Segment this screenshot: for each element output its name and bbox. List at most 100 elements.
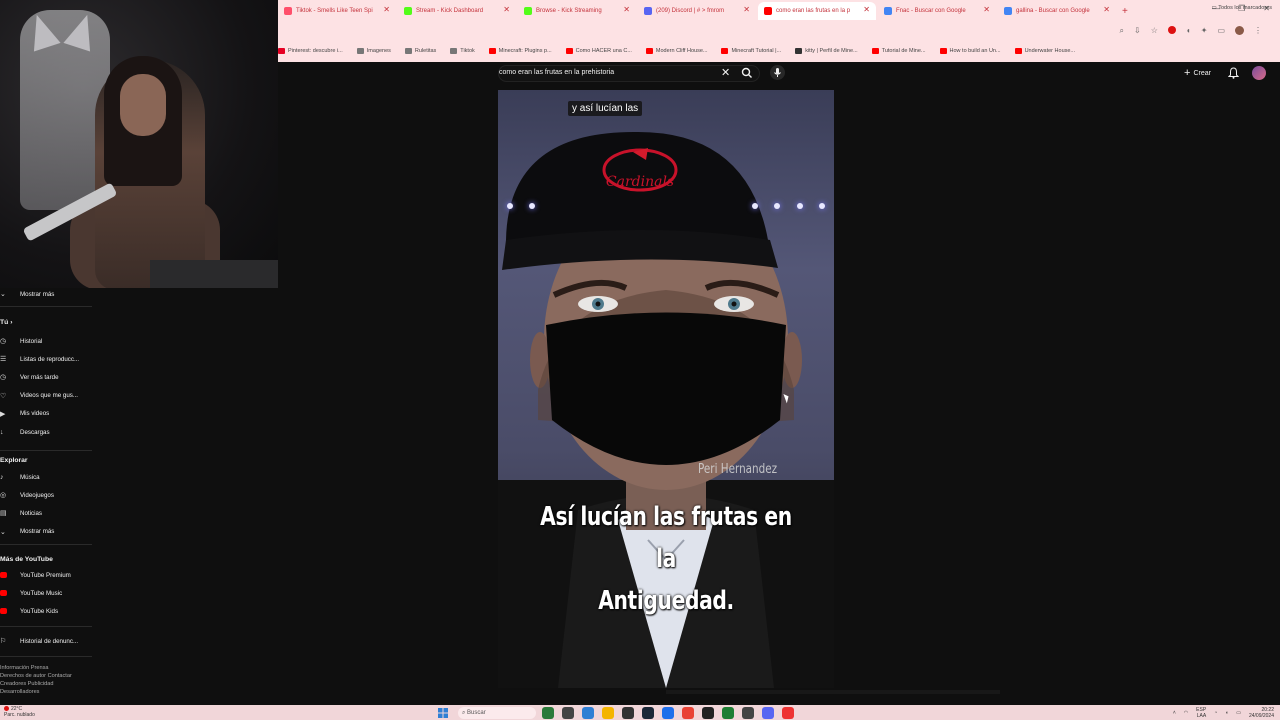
sidebar-item[interactable]: ♡ Videos que me gus... [0, 391, 78, 401]
report-history-item[interactable]: ⚐ Historial de denunc... [0, 636, 78, 646]
bookmark-item[interactable]: Underwater House... [1014, 48, 1075, 54]
taskbar-app-icon[interactable] [702, 707, 714, 719]
bookmark-label: Tutorial de Mine... [881, 48, 926, 54]
search-input[interactable]: como eran las frutas en la prehistoria [499, 69, 614, 76]
browser-tab[interactable]: Tiktok - Smells Like Teen Spi ✕ [278, 2, 396, 20]
sidebar-item[interactable]: ▤ Noticias [0, 508, 42, 518]
divider [0, 544, 92, 545]
zoom-icon[interactable]: ⌕ [1120, 26, 1124, 36]
scrollbar-thumb[interactable] [666, 690, 1000, 694]
close-tab-icon[interactable]: ✕ [503, 5, 510, 14]
bookmark-label: Ruletitas [414, 48, 437, 54]
clock[interactable]: 20:22 24/09/2024 [1249, 707, 1274, 719]
caption-line-1: Así lucían las frutas en la [540, 502, 792, 574]
taskbar-app-icon[interactable] [542, 707, 554, 719]
taskbar-search[interactable]: ⌕ Buscar [458, 707, 536, 719]
search-bar[interactable]: como eran las frutas en la prehistoria ✕ [498, 65, 760, 82]
bookmark-item[interactable]: Ruletitas [404, 48, 437, 54]
footer-link-line[interactable]: Derechos de autor Contactar [0, 672, 72, 680]
taskbar-app-icon[interactable] [782, 707, 794, 719]
taskbar-app-icon[interactable] [582, 707, 594, 719]
bookmark-item[interactable]: Pinterest: descubre i... [278, 48, 343, 54]
led-light [529, 203, 535, 209]
close-tab-icon[interactable]: ✕ [743, 5, 750, 14]
close-tab-icon[interactable]: ✕ [1103, 5, 1110, 14]
bookmark-item[interactable]: Minecraft: Plugins p... [488, 48, 552, 54]
bookmark-item[interactable]: Imagenes [356, 48, 391, 54]
search-icon[interactable] [740, 66, 754, 80]
clear-search-icon[interactable]: ✕ [721, 66, 730, 79]
audio-icon[interactable]: ◖ [1186, 26, 1191, 36]
weather-widget[interactable]: 22°C Parc. nublado [4, 706, 35, 718]
new-tab-button[interactable]: + [1122, 6, 1128, 17]
all-bookmarks[interactable]: ▭ Todos los marcadores [1212, 5, 1272, 11]
sidebar-item[interactable]: YouTube Premium [0, 570, 71, 580]
taskbar-app-icon[interactable] [682, 707, 694, 719]
you-section-heading[interactable]: Tú › [0, 319, 12, 326]
sidebar-item[interactable]: ◷ Historial [0, 336, 42, 346]
install-icon[interactable]: ⇩ [1134, 26, 1141, 36]
horizontal-scrollbar[interactable] [498, 688, 1002, 700]
volume-icon[interactable]: ◖ [1225, 710, 1228, 716]
taskbar-app-icon[interactable] [742, 707, 754, 719]
bookmark-item[interactable]: Como HACER una C... [565, 48, 632, 54]
sidebar-item[interactable]: ↓ Descargas [0, 427, 50, 437]
taskbar-app-icon[interactable] [602, 707, 614, 719]
language-indicator[interactable]: ESP LAA [1196, 707, 1206, 719]
close-tab-icon[interactable]: ✕ [983, 5, 990, 14]
taskbar-app-icon[interactable] [622, 707, 634, 719]
webcam-overlay [0, 0, 278, 288]
sidebar-item[interactable]: YouTube Music [0, 588, 62, 598]
sidebar-item[interactable]: ⌄ Mostrar más [0, 527, 54, 537]
taskbar-app-icon[interactable] [642, 707, 654, 719]
sidebar-item[interactable]: ▶ Mis videos [0, 409, 49, 419]
opera-icon[interactable] [1167, 26, 1176, 34]
bookmark-item[interactable]: Minecraft Tutorial |... [721, 48, 781, 54]
footer-link-line[interactable]: Información Prensa [0, 664, 72, 672]
sidebar-item-label: YouTube Kids [20, 607, 59, 615]
menu-icon[interactable]: ⋮ [1254, 26, 1262, 36]
sidebar-item[interactable]: ◎ Videojuegos [0, 490, 54, 500]
bookmark-item[interactable]: Tiktok [450, 48, 475, 54]
create-button[interactable]: + Crear [1184, 67, 1211, 79]
profile-avatar[interactable] [1235, 26, 1244, 35]
taskbar-app-icon[interactable] [722, 707, 734, 719]
voice-search-button[interactable] [770, 65, 785, 80]
bookmark-item[interactable]: kitty | Perfil de Mine... [795, 48, 858, 54]
sidepanel-icon[interactable]: ▭ [1217, 26, 1225, 36]
show-more-subscriptions[interactable]: ⌄ Mostrar más [0, 289, 54, 299]
bookmark-label: Como HACER una C... [575, 48, 632, 54]
browser-tab[interactable]: Stream - Kick Dashboard ✕ [398, 2, 516, 20]
browser-tab[interactable]: (209) Discord | # > fmrom ✕ [638, 2, 756, 20]
sidebar-item[interactable]: ♪ Música [0, 472, 40, 482]
battery-icon[interactable]: ▭ [1236, 710, 1241, 716]
network-icon[interactable]: ◠ [1184, 710, 1188, 716]
taskbar-app-icon[interactable] [762, 707, 774, 719]
tray-chevron-icon[interactable]: ˄ [1173, 710, 1176, 716]
taskbar-app-icon[interactable] [562, 707, 574, 719]
close-tab-icon[interactable]: ✕ [863, 5, 870, 14]
close-tab-icon[interactable]: ✕ [623, 5, 630, 14]
bookmark-item[interactable]: How to build an Un... [939, 48, 1001, 54]
extension-icon[interactable]: ✦ [1201, 26, 1208, 36]
browser-tab[interactable]: como eran las frutas en la p ✕ [758, 2, 876, 20]
account-avatar[interactable] [1252, 66, 1266, 80]
footer-link-line[interactable]: Creadores Publicidad [0, 680, 72, 688]
close-tab-icon[interactable]: ✕ [383, 5, 390, 14]
bookmark-favicon-icon [1014, 48, 1022, 54]
bookmark-item[interactable]: Modern Cliff House... [645, 48, 707, 54]
bookmark-star-icon[interactable]: ☆ [1151, 26, 1158, 36]
sidebar-item-label: Mis videos [20, 410, 50, 418]
notifications-bell-icon[interactable] [1228, 67, 1239, 79]
bookmark-item[interactable]: Tutorial de Mine... [871, 48, 926, 54]
browser-tab[interactable]: Fnac - Buscar con Google ✕ [878, 2, 996, 20]
sidebar-item[interactable]: YouTube Kids [0, 606, 58, 616]
browser-tab[interactable]: Browse - Kick Streaming ✕ [518, 2, 636, 20]
taskbar-app-icon[interactable] [662, 707, 674, 719]
sidebar-item[interactable]: ☰ Listas de reproducc... [0, 354, 79, 364]
browser-tab[interactable]: gallina - Buscar con Google ✕ [998, 2, 1116, 20]
windows-start-icon[interactable] [438, 708, 448, 718]
wifi-icon[interactable]: ◔ [1214, 710, 1217, 716]
footer-link-line[interactable]: Desarrolladores [0, 688, 72, 696]
sidebar-item[interactable]: ◷ Ver más tarde [0, 372, 59, 382]
